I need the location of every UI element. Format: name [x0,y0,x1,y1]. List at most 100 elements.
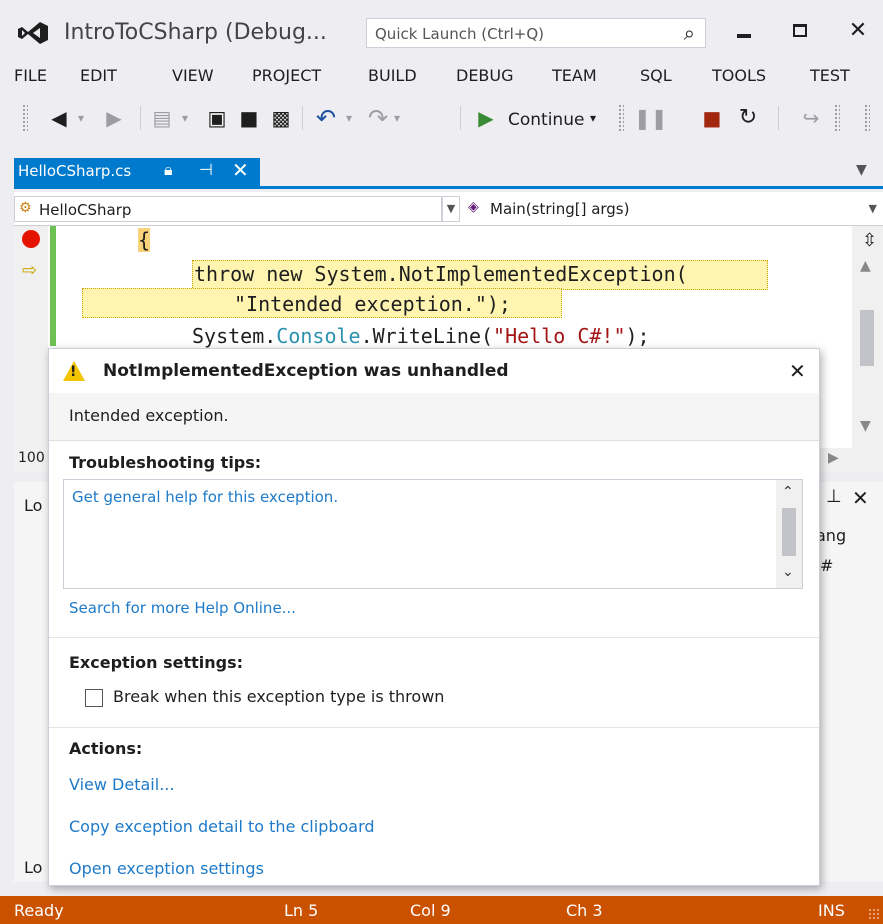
restart-icon[interactable]: ↻ [734,104,762,132]
search-help-online-link[interactable]: Search for more Help Online... [69,599,296,617]
code-line-exception-message: "Intended exception."); [234,292,511,316]
step-into-icon[interactable]: ↪ [798,104,824,132]
break-all-icon[interactable]: ❚❚ [634,104,668,132]
tab-overflow-dropdown-icon[interactable]: ▼ [856,162,867,178]
scroll-up-icon[interactable]: ▲ [860,258,871,274]
view-detail-link[interactable]: View Detail... [69,775,174,794]
resize-grip-icon[interactable] [868,908,880,920]
class-dropdown[interactable]: ⚙ HelloCSharp [14,196,442,222]
menu-file[interactable]: FILE [14,66,47,85]
change-tracking-bar [50,226,56,346]
continue-icon[interactable]: ▶ [474,104,498,132]
status-character: Ch 3 [566,901,603,920]
break-when-thrown-label[interactable]: Break when this exception type is thrown [113,687,444,706]
document-tab-title: HelloCSharp.cs [18,162,132,180]
quick-launch-placeholder: Quick Launch (Ctrl+Q) [375,25,545,43]
method-icon: ◈ [468,199,479,215]
menu-test[interactable]: TEST [810,66,850,85]
toolbar-separator [302,106,303,130]
scroll-right-icon[interactable]: ▶ [828,450,839,466]
pin-tab-icon[interactable]: ⊣ [199,160,213,179]
document-tab-hellocsharp[interactable]: HelloCSharp.cs 🔒︎ ⊣ ✕ [14,158,260,186]
instruction-pointer-icon: ⇨ [22,260,38,281]
menu-edit[interactable]: EDIT [80,66,117,85]
code-line-writeline: System.Console.WriteLine("Hello C#!"); [192,324,650,348]
indicator-margin[interactable]: ⇨ [14,226,48,448]
column-value: # [820,556,834,575]
chevron-down-icon[interactable]: ▼ [442,196,460,222]
exception-message-box: Intended exception. [49,393,819,441]
toolbar-grip[interactable] [834,104,840,132]
menu-team[interactable]: TEAM [552,66,597,85]
undo-icon[interactable]: ↶ [312,104,340,132]
toolbar-grip[interactable] [864,104,870,132]
toolbar-grip[interactable] [22,104,28,132]
navigate-back-icon[interactable]: ◀ [46,104,72,132]
copy-exception-detail-link[interactable]: Copy exception detail to the clipboard [69,817,375,836]
open-file-icon[interactable]: ▣ [204,104,230,132]
tips-scrollbar[interactable]: ⌃ ⌄ [776,480,802,588]
maximize-button[interactable] [780,18,820,48]
undo-dropdown-icon[interactable]: ▾ [342,104,356,132]
continue-dropdown-icon[interactable]: ▾ [586,104,600,132]
save-all-icon[interactable]: ▩ [268,104,294,132]
search-icon[interactable]: ⌕ [684,21,695,45]
general-help-link[interactable]: Get general help for this exception. [72,488,338,506]
code-token-string: "Hello C#!" [493,324,626,348]
title-bar: IntroToCSharp (Debug... Quick Launch (Ct… [0,0,883,56]
navigation-bar: ⚙ HelloCSharp ▼ ◈ Main(string[] args) ▼ [14,192,883,226]
breakpoint-icon[interactable] [22,230,40,248]
stop-debugging-icon[interactable]: ■ [700,104,724,132]
close-panel-icon[interactable]: ✕ [852,486,869,510]
chevron-down-icon[interactable]: ⌄ [782,564,794,580]
close-icon[interactable]: ✕ [789,359,806,383]
status-insert-mode: INS [818,901,845,920]
menu-build[interactable]: BUILD [368,66,417,85]
chevron-down-icon: ▼ [868,202,877,215]
menu-sql[interactable]: SQL [640,66,672,85]
zoom-level[interactable]: 100 [18,450,45,466]
divider [49,727,819,728]
chevron-up-icon[interactable]: ⌃ [782,484,794,500]
quick-launch-input[interactable]: Quick Launch (Ctrl+Q) ⌕ [366,18,706,48]
editor-vertical-scrollbar[interactable]: ⇳ ▲ ▼ [852,226,883,448]
toolbar-separator [778,106,779,130]
panel-tab-label[interactable]: Lo [24,858,42,877]
scroll-thumb[interactable] [860,310,874,366]
close-tab-icon[interactable]: ✕ [232,158,249,182]
minimize-button[interactable] [724,18,764,48]
new-dropdown-icon[interactable]: ▾ [178,104,192,132]
column-header-language: ang [816,526,847,545]
toolbar-grip[interactable] [618,104,624,132]
method-dropdown[interactable]: ◈ Main(string[] args) ▼ [466,196,883,222]
save-icon[interactable]: ■ [236,104,262,132]
close-window-button[interactable]: ✕ [838,18,878,48]
status-line: Ln 5 [284,901,319,920]
redo-dropdown-icon[interactable]: ▾ [390,104,404,132]
panel-title: Lo [24,496,43,515]
redo-icon[interactable]: ↷ [366,104,390,132]
toolbar-separator [140,106,141,130]
new-project-icon[interactable]: ▤ [150,104,174,132]
toolbar: ◀ ▾ ▶ ▤ ▾ ▣ ■ ▩ ↶ ▾ ↷ ▾ ▶ Continue ▾ ❚❚ … [0,96,883,140]
menu-tools[interactable]: TOOLS [712,66,766,85]
status-column: Col 9 [410,901,451,920]
break-when-thrown-checkbox[interactable] [85,689,103,707]
troubleshooting-tips-list[interactable]: Get general help for this exception. ⌃ ⌄ [63,479,803,589]
menu-project[interactable]: PROJECT [252,66,321,85]
split-window-icon[interactable]: ⇳ [862,230,877,251]
navigate-forward-icon[interactable]: ▶ [102,104,126,132]
scroll-down-icon[interactable]: ▼ [860,418,871,434]
scroll-thumb[interactable] [782,508,796,556]
tab-well-underline [14,186,883,189]
class-dropdown-value: HelloCSharp [39,201,132,219]
open-exception-settings-link[interactable]: Open exception settings [69,859,264,878]
warning-exclamation-icon: ! [70,364,77,380]
menu-debug[interactable]: DEBUG [456,66,514,85]
exception-helper-popup: ! NotImplementedException was unhandled … [48,348,820,886]
continue-button[interactable]: Continue [508,104,584,132]
window-title: IntroToCSharp (Debug... [64,20,327,45]
pin-panel-icon[interactable]: ⊥ [826,486,842,507]
back-dropdown-icon[interactable]: ▾ [74,104,88,132]
menu-view[interactable]: VIEW [172,66,214,85]
